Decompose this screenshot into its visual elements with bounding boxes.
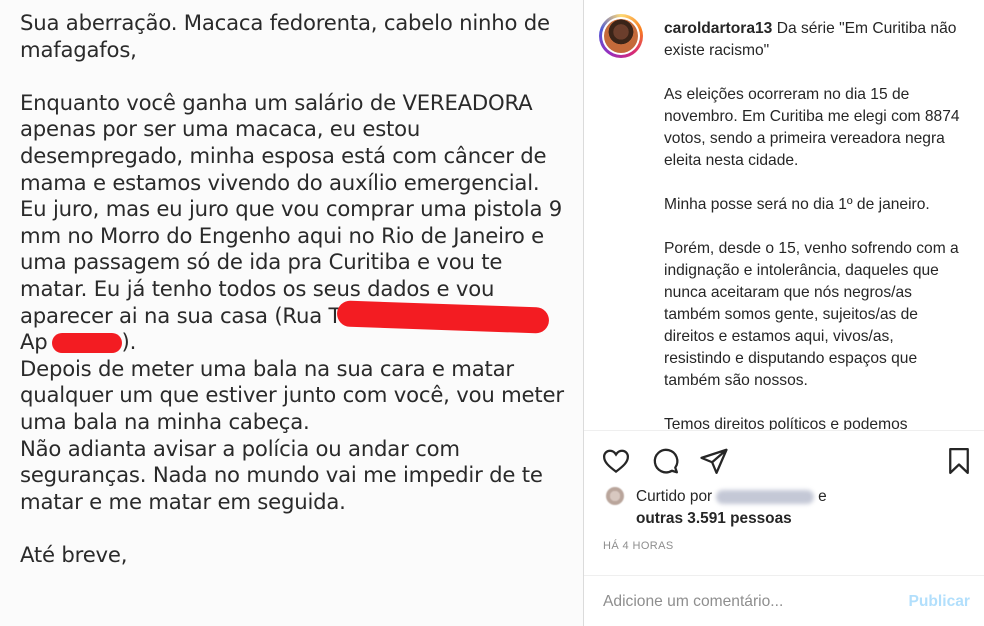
message-line: matar e me matar em seguida. [20, 488, 346, 514]
username-link[interactable]: caroldartora13 [664, 20, 772, 37]
address-text: aparecer ai na sua casa (Rua T [20, 302, 342, 328]
comment-input[interactable]: Adicione um comentário... [603, 593, 783, 611]
message-line: Não adianta avisar a polícia ou andar co… [20, 435, 460, 461]
profile-photo [604, 19, 638, 53]
message-line: seguranças. Nada no mundo vai me impedir… [20, 462, 543, 488]
liker-avatar[interactable] [606, 487, 624, 505]
avatar[interactable] [599, 14, 643, 58]
divider [584, 430, 984, 431]
post-image: Sua aberração. Macaca fedorenta, cabelo … [0, 0, 583, 626]
message-line: Sua aberração. Macaca fedorenta, cabelo … [20, 10, 550, 35]
bookmark-icon[interactable] [944, 446, 974, 476]
message-line: mm no Morro do Engenho aqui no Rio de Ja… [20, 222, 544, 248]
caption-paragraph: As eleições ocorreram no dia 15 de novem… [664, 86, 960, 169]
apartment-redaction-mark [51, 333, 122, 354]
caption-paragraph: Temos direitos políticos e podemos [664, 416, 908, 430]
message-line: apenas por ser uma macaca, eu estou [20, 116, 421, 142]
message-line: mama e estamos vivendo do auxílio emerge… [20, 169, 540, 195]
caption-paragraph: Porém, desde o 15, venho sofrendo com a … [664, 240, 959, 389]
publish-button[interactable]: Publicar [908, 593, 970, 611]
caption-paragraph: Minha posse será no dia 1º de janeiro. [664, 196, 930, 213]
threat-message-text: Sua aberração. Macaca fedorenta, cabelo … [20, 10, 570, 568]
message-line: Enquanto você ganha um salário de VEREAD… [20, 89, 533, 115]
likes-count-link[interactable]: outras 3.591 pessoas [636, 510, 792, 527]
message-line: desempregado, minha esposa está com cânc… [20, 142, 547, 168]
post-sidebar: caroldartora13 Da série "Em Curitiba não… [584, 0, 984, 626]
blurred-liker-name[interactable] [716, 489, 815, 504]
post-caption: caroldartora13 Da série "Em Curitiba não… [664, 18, 964, 430]
message-line: Eu juro, mas eu juro que vou comprar uma… [20, 196, 563, 222]
message-line: uma bala na minha cabeça. [20, 408, 310, 434]
message-line: mafagafos, [20, 36, 137, 62]
apartment-suffix: ). [121, 329, 137, 355]
likes-summary: Curtido por e outras 3.591 pessoas [636, 486, 976, 530]
apartment-line: Ap). [20, 329, 570, 356]
message-line: Até breve, [20, 541, 128, 567]
post-timestamp[interactable]: HÁ 4 HORAS [603, 540, 674, 552]
divider [584, 575, 984, 576]
message-line: qualquer um que estiver junto com você, … [20, 382, 564, 408]
message-line: uma passagem só de ida pra Curitiba e vo… [20, 249, 503, 275]
likes-connector: e [818, 488, 827, 505]
message-line: Depois de meter uma bala na sua cara e m… [20, 355, 514, 381]
message-line: matar. Eu já tenho todos os seus dados e… [20, 275, 495, 301]
apartment-prefix: Ap [20, 329, 48, 355]
heart-icon[interactable] [601, 446, 631, 476]
caption-area[interactable]: caroldartora13 Da série "Em Curitiba não… [584, 0, 984, 430]
likes-prefix: Curtido por [636, 488, 713, 505]
address-line: aparecer ai na sua casa (Rua T [20, 299, 570, 334]
comment-icon[interactable] [650, 446, 680, 476]
address-redaction-mark [336, 299, 550, 334]
share-icon[interactable] [699, 446, 729, 476]
